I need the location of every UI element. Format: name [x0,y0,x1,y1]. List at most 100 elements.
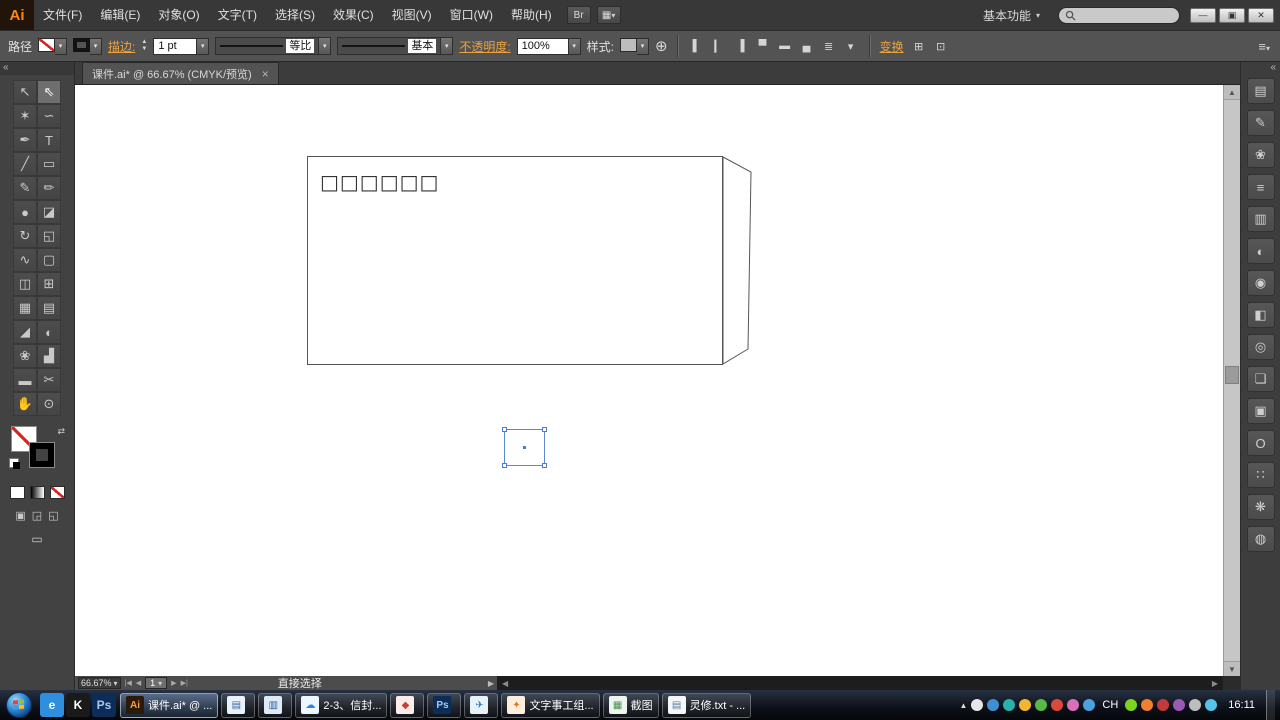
selection-tool[interactable]: ↖ [13,80,37,104]
panel-layers-icon[interactable]: ❏ [1247,366,1275,392]
tray-icon[interactable] [1157,699,1169,711]
tray-icon[interactable] [1051,699,1063,711]
quicklaunch-player[interactable]: K [66,693,90,717]
menubar-menu-8[interactable]: 帮助(H) [502,0,561,30]
tray-icon[interactable] [1141,699,1153,711]
tray-icon[interactable] [1083,699,1095,711]
menubar-menu-7[interactable]: 窗口(W) [441,0,502,30]
draw-behind-icon[interactable]: ◲ [32,509,42,522]
panel-symbols-icon[interactable]: ❀ [1247,142,1275,168]
graphic-style-swatch[interactable] [620,38,637,52]
align-horizontal-left-icon[interactable]: ▌ [688,37,706,55]
tray-icon[interactable] [1003,699,1015,711]
zoom-level-select[interactable]: 66.67% ▾ [78,677,121,689]
default-fill-stroke-icon[interactable] [9,458,19,468]
selected-square-object[interactable] [504,429,545,466]
panel-color-guide-icon[interactable]: ◧ [1247,302,1275,328]
transform-link[interactable]: 变换 [880,38,904,55]
stroke-weight-field[interactable]: 1 pt [153,38,197,55]
width-tool[interactable]: ∿ [13,248,37,272]
anchor-point[interactable] [523,446,526,449]
symbol-sprayer-tool[interactable]: ❀ [13,344,37,368]
task-window-4[interactable]: ✈ [464,693,498,718]
quicklaunch-photoshop[interactable]: Ps [92,693,116,717]
brush-definition-select[interactable]: 基本 [337,37,441,55]
tray-icon[interactable] [971,699,983,711]
menubar-menu-3[interactable]: 文字(T) [209,0,266,30]
start-button[interactable] [6,692,32,718]
task-text-doc[interactable]: ✦文字事工组... [501,693,599,718]
brush-caret-icon[interactable]: ▾ [441,37,453,55]
width-profile-caret-icon[interactable]: ▾ [319,37,331,55]
task-screenshot[interactable]: ▦截图 [603,693,659,718]
color-button[interactable] [10,486,25,499]
stroke-color-swatch[interactable] [73,38,90,52]
panel-appearance-icon[interactable]: ◎ [1247,334,1275,360]
magic-wand-tool[interactable]: ✶ [13,104,37,128]
zoom-tool[interactable]: ⊙ [37,392,61,416]
tab-close-icon[interactable]: × [262,67,269,81]
draw-inside-icon[interactable]: ◱ [48,509,58,522]
paintbrush-tool[interactable]: ✎ [13,176,37,200]
panel-color-icon[interactable]: ◉ [1247,270,1275,296]
tray-icon[interactable] [1067,699,1079,711]
tray-icon[interactable] [1205,699,1217,711]
panel-info-icon[interactable]: ◍ [1247,526,1275,552]
selection-handle[interactable] [502,463,507,468]
artboard-number-field[interactable]: 1 ▾ [145,677,167,689]
tray-icon[interactable] [1173,699,1185,711]
document-setup-globe-icon[interactable]: ⊕ [655,37,668,55]
tray-expand-icon[interactable]: ▲ [959,701,967,710]
menubar-menu-1[interactable]: 编辑(E) [91,0,149,30]
next-artboard-icon[interactable]: ▶ [171,679,176,687]
fill-color-caret-icon[interactable]: ▾ [55,38,67,55]
blend-tool[interactable]: ◐ [37,320,61,344]
scroll-right-icon[interactable]: ▶ [1212,679,1218,688]
panel-brushes-icon[interactable]: ✎ [1247,110,1275,136]
perspective-grid-tool[interactable]: ⊞ [37,272,61,296]
opacity-link[interactable]: 不透明度: [459,38,510,55]
align-horizontal-right-icon[interactable]: ▐ [732,37,750,55]
artboard-canvas[interactable]: □□□□□□ [75,85,1223,676]
screen-mode-button[interactable]: ▭ [0,532,74,546]
control-panel-menu-icon[interactable]: ≡▾ [1258,39,1272,54]
pencil-tool[interactable]: ✏ [37,176,61,200]
line-segment-tool[interactable]: ╱ [13,152,37,176]
scroll-down-icon[interactable]: ▼ [1224,661,1240,676]
scroll-up-icon[interactable]: ▲ [1224,85,1240,100]
panel-pathfinder-icon[interactable]: ❋ [1247,494,1275,520]
task-notepad[interactable]: ▤灵修.txt - ... [662,693,752,718]
menubar-menu-0[interactable]: 文件(F) [34,0,91,30]
menubar-menu-4[interactable]: 选择(S) [266,0,324,30]
panel-character-icon[interactable]: O [1247,430,1275,456]
opacity-caret-icon[interactable]: ▾ [569,38,581,55]
shape-builder-tool[interactable]: ◫ [13,272,37,296]
transform-panel-icon[interactable]: ⊞ [910,37,928,55]
fill-color-swatch[interactable] [38,38,55,52]
last-artboard-icon[interactable]: ▶| [181,679,188,687]
eraser-tool[interactable]: ◪ [37,200,61,224]
mesh-tool[interactable]: ▦ [13,296,37,320]
first-artboard-icon[interactable]: |◀ [125,679,132,687]
isolate-selection-icon[interactable]: ⊡ [932,37,950,55]
dock-expand-icon[interactable]: « [1266,62,1280,75]
menubar-menu-6[interactable]: 视图(V) [383,0,441,30]
task-window-3[interactable]: ◆ [390,693,424,718]
scale-tool[interactable]: ◱ [37,224,61,248]
gradient-tool[interactable]: ▤ [37,296,61,320]
blob-brush-tool[interactable]: ● [13,200,37,224]
stroke-indicator[interactable] [29,442,55,468]
menubar-menu-5[interactable]: 效果(C) [324,0,383,30]
envelope-placeholder-text[interactable]: □□□□□□ [320,170,439,194]
tray-icon[interactable] [987,699,999,711]
arrange-documents-icon[interactable]: ▦▾ [597,6,621,24]
stroke-link[interactable]: 描边: [108,38,135,55]
bridge-icon[interactable]: Br [567,6,591,24]
graphic-style-caret-icon[interactable]: ▾ [637,38,649,55]
gradient-button[interactable] [30,486,45,499]
tray-icon[interactable] [1019,699,1031,711]
graph-tool[interactable]: ▟ [37,344,61,368]
tray-icon[interactable] [1125,699,1137,711]
eyedropper-tool[interactable]: ◢ [13,320,37,344]
selection-handle[interactable] [542,427,547,432]
